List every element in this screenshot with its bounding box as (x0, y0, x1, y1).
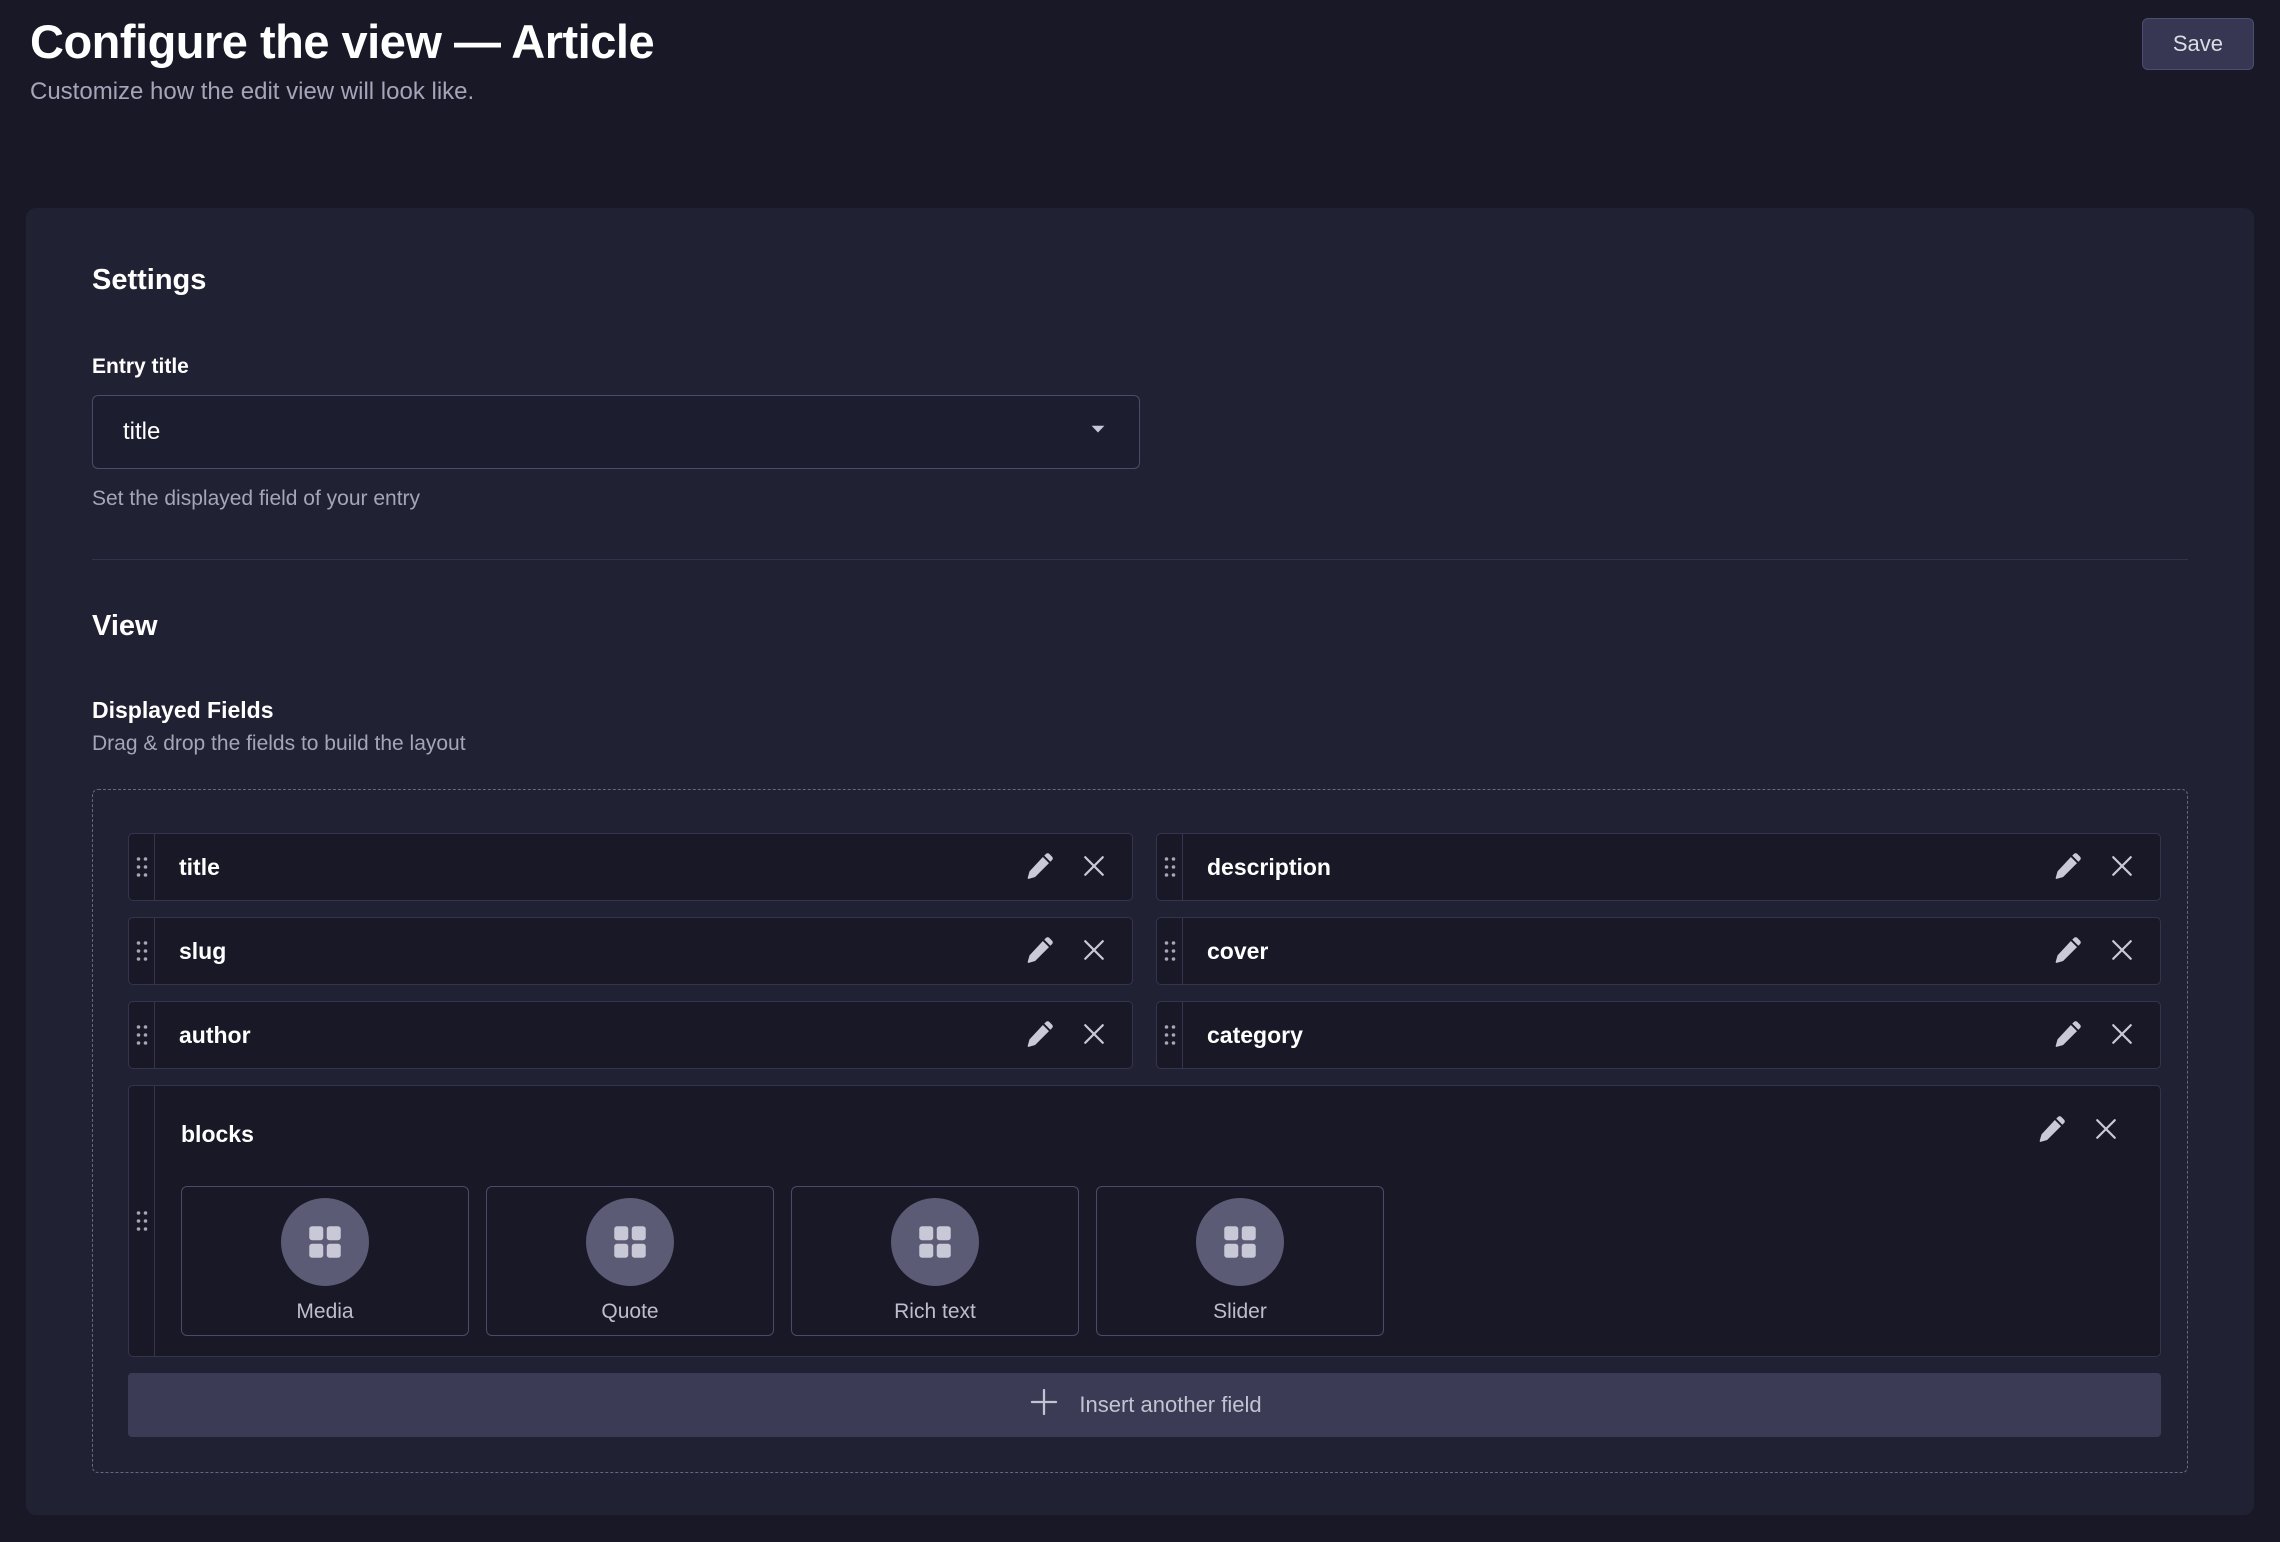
page-subtitle: Customize how the edit view will look li… (30, 78, 2250, 106)
settings-section: Settings Entry title title Set the displ… (92, 264, 2188, 511)
grid-icon (1196, 1198, 1284, 1286)
remove-field-button[interactable] (2098, 843, 2146, 891)
edit-field-button[interactable] (2044, 843, 2092, 891)
row-actions (2044, 834, 2160, 900)
row-actions (2044, 918, 2160, 984)
chevron-down-icon (1087, 418, 1109, 447)
plus-icon (1027, 1385, 1061, 1425)
settings-heading: Settings (92, 264, 2188, 297)
field-row-blocks[interactable]: blocks Media (128, 1085, 2161, 1357)
field-row-description[interactable]: description (1156, 833, 2161, 901)
page-title: Configure the view — Article (30, 14, 2250, 70)
component-card-media[interactable]: Media (181, 1186, 469, 1336)
view-section: View Displayed Fields Drag & drop the fi… (92, 610, 2188, 1473)
pencil-icon (2037, 1114, 2067, 1147)
blocks-content: blocks Media (155, 1086, 2160, 1356)
drag-handle-icon[interactable] (1157, 834, 1183, 900)
pencil-icon (1025, 935, 1055, 968)
drag-handle-icon[interactable] (129, 1086, 155, 1356)
field-row-slug[interactable]: slug (128, 917, 1133, 985)
edit-field-button[interactable] (1016, 927, 1064, 975)
blocks-components: Media Quote Rich text (181, 1186, 2144, 1336)
entry-title-hint: Set the displayed field of your entry (92, 487, 2188, 511)
field-row-author[interactable]: author (128, 1001, 1133, 1069)
drag-handle-icon[interactable] (129, 918, 155, 984)
displayed-fields-subtitle: Drag & drop the fields to build the layo… (92, 732, 2188, 756)
fields-drop-zone: title description (92, 789, 2188, 1473)
field-row-label: blocks (181, 1113, 254, 1148)
save-button[interactable]: Save (2142, 18, 2254, 70)
component-label: Slider (1213, 1300, 1267, 1324)
row-actions (1016, 918, 1132, 984)
field-row-label: category (1183, 1002, 2044, 1068)
close-icon (2107, 935, 2137, 968)
close-icon (1079, 1019, 1109, 1052)
field-row-cover[interactable]: cover (1156, 917, 2161, 985)
field-row-label: author (155, 1002, 1016, 1068)
field-row-label: description (1183, 834, 2044, 900)
close-icon (2091, 1114, 2121, 1147)
pencil-icon (2053, 1019, 2083, 1052)
remove-field-button[interactable] (1070, 927, 1118, 975)
close-icon (2107, 851, 2137, 884)
row-actions (2044, 1002, 2160, 1068)
remove-field-button[interactable] (1070, 843, 1118, 891)
close-icon (1079, 935, 1109, 968)
edit-field-button[interactable] (1016, 1011, 1064, 1059)
component-card-rich-text[interactable]: Rich text (791, 1186, 1079, 1336)
component-card-slider[interactable]: Slider (1096, 1186, 1384, 1336)
edit-field-button[interactable] (2028, 1106, 2076, 1154)
view-heading: View (92, 610, 2188, 643)
page-header: Configure the view — Article Customize h… (0, 0, 2280, 106)
entry-title-field-group: Entry title title Set the displayed fiel… (92, 355, 2188, 511)
drag-handle-icon[interactable] (1157, 918, 1183, 984)
entry-title-select-value: title (123, 418, 160, 446)
entry-title-select[interactable]: title (92, 395, 1140, 469)
remove-field-button[interactable] (2082, 1106, 2130, 1154)
remove-field-button[interactable] (2098, 1011, 2146, 1059)
pencil-icon (2053, 935, 2083, 968)
drag-handle-icon[interactable] (1157, 1002, 1183, 1068)
pencil-icon (1025, 851, 1055, 884)
grid-icon (281, 1198, 369, 1286)
pencil-icon (2053, 851, 2083, 884)
remove-field-button[interactable] (2098, 927, 2146, 975)
grid-icon (586, 1198, 674, 1286)
blocks-header: blocks (181, 1106, 2144, 1154)
component-label: Media (296, 1300, 353, 1324)
field-row-label: title (155, 834, 1016, 900)
grid-icon (891, 1198, 979, 1286)
insert-field-label: Insert another field (1079, 1392, 1261, 1418)
component-label: Quote (601, 1300, 658, 1324)
remove-field-button[interactable] (1070, 1011, 1118, 1059)
field-row-label: slug (155, 918, 1016, 984)
close-icon (1079, 851, 1109, 884)
pencil-icon (1025, 1019, 1055, 1052)
drag-handle-icon[interactable] (129, 834, 155, 900)
main-card: Settings Entry title title Set the displ… (26, 208, 2254, 1515)
edit-field-button[interactable] (1016, 843, 1064, 891)
edit-field-button[interactable] (2044, 927, 2092, 975)
row-actions (1016, 1002, 1132, 1068)
component-card-quote[interactable]: Quote (486, 1186, 774, 1336)
row-actions (1016, 834, 1132, 900)
row-actions (2028, 1106, 2144, 1154)
drag-handle-icon[interactable] (129, 1002, 155, 1068)
field-row-label: cover (1183, 918, 2044, 984)
entry-title-label: Entry title (92, 355, 2188, 379)
section-divider (92, 559, 2188, 560)
field-row-title[interactable]: title (128, 833, 1133, 901)
insert-field-button[interactable]: Insert another field (128, 1373, 2161, 1437)
component-label: Rich text (894, 1300, 976, 1324)
field-row-category[interactable]: category (1156, 1001, 2161, 1069)
edit-field-button[interactable] (2044, 1011, 2092, 1059)
displayed-fields-heading: Displayed Fields (92, 697, 2188, 724)
close-icon (2107, 1019, 2137, 1052)
